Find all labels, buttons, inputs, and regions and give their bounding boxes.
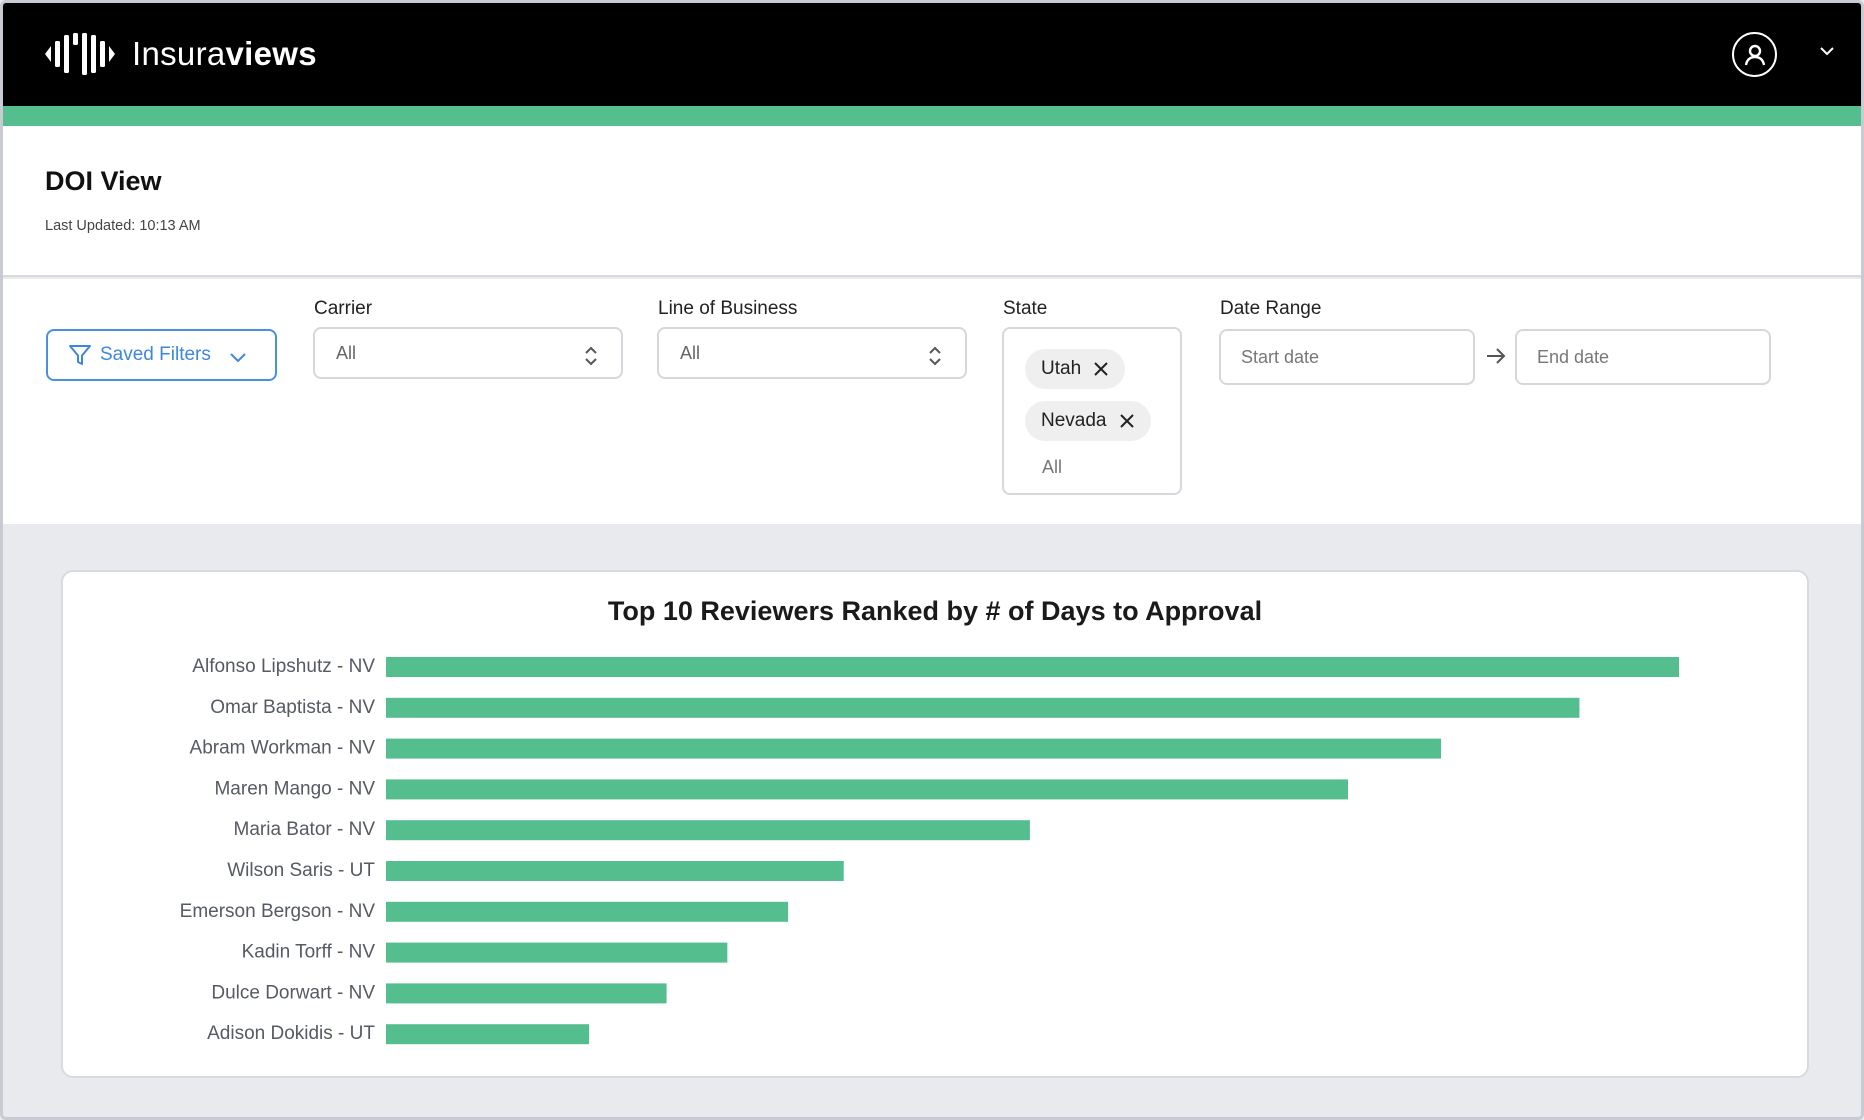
bar-label: Abram Workman - NV xyxy=(190,738,376,759)
state-label: State xyxy=(1003,298,1048,319)
state-multiselect[interactable]: Utah Nevada All xyxy=(1002,327,1182,495)
top-navbar: Insuraviews xyxy=(3,3,1861,106)
app-window: Insuraviews DOI View Last Updated: 10:13… xyxy=(0,0,1864,1120)
reviewers-bar-chart: Alfonso Lipshutz - NV Omar Baptista - NV A… xyxy=(180,656,1679,1045)
arrow-right-icon xyxy=(1487,348,1506,364)
close-icon[interactable] xyxy=(1119,413,1135,429)
state-chip-nevada[interactable]: Nevada xyxy=(1025,401,1151,441)
bar-label: Kadin Torff - NV xyxy=(242,942,376,963)
carrier-value: All xyxy=(336,342,357,363)
bar-label: Dulce Dorwart - NV xyxy=(211,982,375,1003)
bar-label: Omar Baptista - NV xyxy=(210,697,375,718)
up-down-icon xyxy=(929,346,941,366)
state-chip-label: Utah xyxy=(1041,358,1082,379)
carrier-label: Carrier xyxy=(314,298,373,319)
state-chip-label: Nevada xyxy=(1041,410,1107,431)
bar[interactable] xyxy=(386,983,667,1004)
close-icon[interactable] xyxy=(1093,361,1109,377)
filter-icon xyxy=(69,345,91,365)
chart-card: Top 10 Reviewers Ranked by # of Days to … xyxy=(61,570,1809,1078)
user-icon xyxy=(1744,44,1765,65)
bar[interactable] xyxy=(386,657,1679,677)
chevron-down-icon xyxy=(230,353,246,363)
brand-logo[interactable]: Insuraviews xyxy=(45,33,317,75)
state-input-placeholder[interactable]: All xyxy=(1042,457,1062,478)
bar[interactable] xyxy=(386,1024,590,1045)
account-button[interactable] xyxy=(1732,32,1777,77)
page-title: DOI View xyxy=(45,166,162,196)
date-range-label: Date Range xyxy=(1220,298,1322,319)
carrier-select[interactable]: All xyxy=(313,327,623,379)
last-updated: Last Updated: 10:13 AM xyxy=(45,218,201,234)
start-date-placeholder: Start date xyxy=(1241,346,1320,367)
bar[interactable] xyxy=(386,942,728,963)
end-date-placeholder: End date xyxy=(1537,346,1610,367)
bar-label: Maren Mango - NV xyxy=(214,778,375,799)
line-of-business-select[interactable]: All xyxy=(657,327,967,379)
bar-label: Wilson Saris - UT xyxy=(227,860,375,881)
bar[interactable] xyxy=(386,861,844,881)
bar[interactable] xyxy=(386,779,1348,800)
page-header: DOI View Last Updated: 10:13 AM xyxy=(3,126,1861,277)
bar-label: Adison Dokidis - UT xyxy=(207,1023,375,1044)
saved-filters-label: Saved Filters xyxy=(100,344,211,365)
saved-filters-button[interactable]: Saved Filters xyxy=(46,329,277,381)
brand-name: Insuraviews xyxy=(132,35,317,72)
line-of-business-label: Line of Business xyxy=(658,298,798,319)
bar[interactable] xyxy=(386,738,1442,759)
filter-bar: Saved Filters Carrier All Line of Busine… xyxy=(3,279,1861,524)
chevron-down-icon[interactable] xyxy=(1819,45,1835,57)
bar-label: Alfonso Lipshutz - NV xyxy=(192,656,375,677)
start-date-input[interactable]: Start date xyxy=(1219,329,1475,385)
end-date-input[interactable]: End date xyxy=(1515,329,1771,385)
bar-label: Maria Bator - NV xyxy=(234,819,376,840)
state-chip-utah[interactable]: Utah xyxy=(1025,349,1126,389)
up-down-icon xyxy=(585,346,597,366)
bar[interactable] xyxy=(386,697,1580,718)
accent-bar xyxy=(3,106,1861,126)
bar-label: Emerson Bergson - NV xyxy=(180,901,376,922)
logo-icon xyxy=(45,33,115,75)
line-of-business-value: All xyxy=(680,342,701,363)
bar[interactable] xyxy=(386,820,1030,841)
bar[interactable] xyxy=(386,901,789,922)
